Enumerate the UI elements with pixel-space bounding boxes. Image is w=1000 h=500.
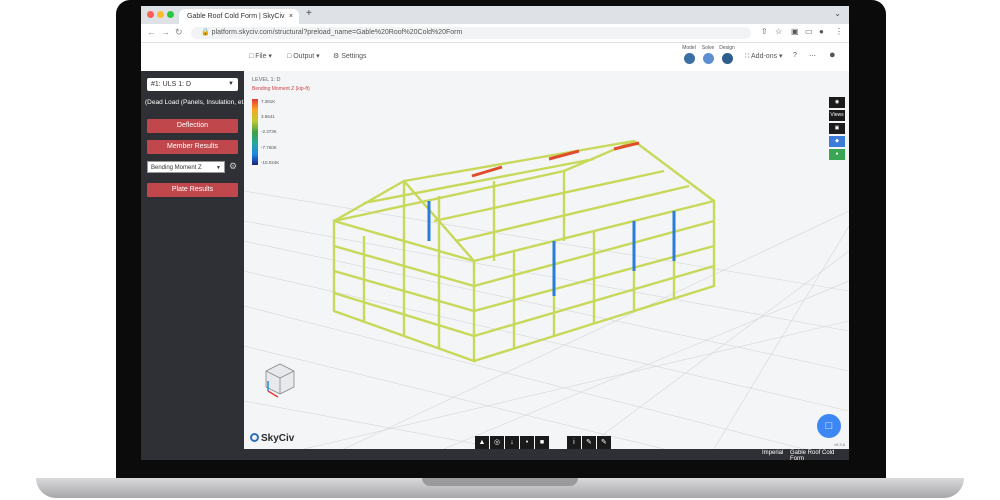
skyciv-logo: SkyCiv bbox=[250, 433, 294, 444]
model-icon bbox=[683, 53, 695, 64]
laptop-notch bbox=[422, 478, 578, 486]
legend-level-label: LEVEL 1: D bbox=[252, 77, 281, 83]
minimize-window-icon[interactable] bbox=[157, 11, 164, 18]
app-toolbar: □ File ▾ □ Output ▾ ⚙ Settings Model Sol… bbox=[141, 43, 849, 72]
more-menu-icon[interactable]: ⋮ bbox=[835, 27, 843, 36]
chat-icon[interactable]: □ bbox=[817, 414, 841, 438]
back-icon[interactable]: ← bbox=[147, 27, 156, 37]
legend-title: Bending Moment Z (kip-ft) bbox=[252, 86, 310, 92]
chevron-down-icon: ▼ bbox=[228, 81, 234, 87]
pin-icon[interactable]: • bbox=[520, 436, 534, 449]
design-tool[interactable]: Design bbox=[716, 45, 738, 64]
legend-value: 7.381K bbox=[261, 99, 276, 104]
sidebar-icon[interactable]: ▭ bbox=[805, 27, 813, 36]
solve-icon bbox=[702, 53, 714, 64]
target-icon[interactable]: ◎ bbox=[490, 436, 504, 449]
project-name: Gable Roof Cold Form bbox=[790, 450, 835, 460]
lock-icon[interactable]: ■ bbox=[535, 436, 549, 449]
visibility-eye-icon[interactable]: ◉ bbox=[829, 97, 845, 108]
add-ons-menu[interactable]: ∷ Add-ons ▾ bbox=[745, 52, 783, 60]
legend-value: -7.760K bbox=[261, 145, 277, 150]
legend-value: 3.5641 bbox=[261, 114, 275, 119]
file-menu[interactable]: □ File ▾ bbox=[249, 52, 272, 60]
units-indicator[interactable]: Imperial bbox=[762, 450, 783, 456]
tab-search-icon[interactable]: ⌄ bbox=[834, 9, 841, 18]
design-icon bbox=[721, 53, 733, 64]
legend-color-scale bbox=[252, 99, 258, 165]
legend-value: -10.024K bbox=[261, 160, 280, 165]
load-case-description: (Dead Load (Panels, Insulation, et... bbox=[145, 99, 249, 106]
structure-icon[interactable]: ▲ bbox=[475, 436, 489, 449]
status-bar: Imperial Gable Roof Cold Form bbox=[244, 449, 849, 460]
download-icon[interactable]: ↓ bbox=[505, 436, 519, 449]
url-text: platform.skyciv.com/structural?preload_n… bbox=[211, 29, 463, 36]
result-type-select[interactable]: Bending Moment Z ▼ bbox=[147, 161, 225, 173]
forward-icon[interactable]: → bbox=[161, 27, 170, 37]
skyciv-logo-icon bbox=[250, 433, 259, 442]
info-icon[interactable]: i bbox=[566, 436, 581, 449]
settings-menu[interactable]: ⚙ Settings bbox=[333, 52, 367, 60]
legend-value: -2.373K bbox=[261, 129, 277, 134]
version-label: v5.3.6 bbox=[834, 442, 845, 447]
render-cube-icon[interactable]: ◆ bbox=[829, 136, 845, 147]
screen: Gable Roof Cold Form | SkyCiv × + ⌄ ← → … bbox=[141, 6, 849, 460]
side-toolbar: ◉ Views ▣ ◆ ● bbox=[829, 97, 847, 162]
browser-address-bar: ← → ↻ 🔒 platform.skyciv.com/structural?p… bbox=[141, 24, 849, 43]
structure-model bbox=[244, 139, 849, 449]
chevron-down-icon: ▼ bbox=[216, 165, 221, 171]
tab-title: Gable Roof Cold Form | SkyCiv bbox=[187, 13, 285, 20]
tab-close-icon[interactable]: × bbox=[289, 9, 293, 24]
profile-avatar-icon[interactable]: ● bbox=[819, 27, 824, 36]
maximize-window-icon[interactable] bbox=[167, 11, 174, 18]
plate-results-button[interactable]: Plate Results bbox=[147, 183, 238, 197]
3d-viewport[interactable]: LEVEL 1: D Bending Moment Z (kip-ft) 7.3… bbox=[244, 71, 849, 449]
browser-tab[interactable]: Gable Roof Cold Form | SkyCiv × bbox=[179, 9, 299, 24]
highlighted-rafters bbox=[471, 141, 640, 178]
deflection-button[interactable]: Deflection bbox=[147, 119, 238, 133]
apps-grid-icon[interactable]: ⋯ bbox=[809, 52, 816, 60]
orientation-cube[interactable] bbox=[265, 363, 295, 398]
new-tab-button[interactable]: + bbox=[306, 8, 312, 19]
eraser-icon[interactable]: ✎ bbox=[596, 436, 611, 449]
pencil-icon[interactable]: ✎ bbox=[581, 436, 596, 449]
lock-icon: 🔒 bbox=[201, 29, 210, 36]
views-button[interactable]: Views bbox=[829, 110, 845, 121]
browser-tab-bar: Gable Roof Cold Form | SkyCiv × + ⌄ bbox=[141, 6, 849, 24]
url-input[interactable]: 🔒 platform.skyciv.com/structural?preload… bbox=[191, 27, 751, 39]
leaf-icon[interactable]: ● bbox=[829, 149, 845, 160]
results-panel: #1: ULS 1: D ▼ (Dead Load (Panels, Insul… bbox=[141, 71, 249, 460]
share-icon[interactable]: ⇧ bbox=[761, 27, 768, 36]
load-case-select[interactable]: #1: ULS 1: D ▼ bbox=[147, 78, 238, 91]
steel-frame bbox=[332, 139, 716, 363]
camera-icon[interactable]: ▣ bbox=[829, 123, 845, 134]
member-results-button[interactable]: Member Results bbox=[147, 140, 238, 154]
output-menu[interactable]: □ Output ▾ bbox=[287, 52, 320, 60]
bookmark-star-icon[interactable]: ☆ bbox=[775, 27, 782, 36]
bottom-toolbar: ▲ ◎ ↓ • ■ i ✎ ✎ bbox=[475, 431, 612, 449]
close-window-icon[interactable] bbox=[147, 11, 154, 18]
user-avatar[interactable]: ● bbox=[829, 49, 836, 61]
help-button[interactable]: ? bbox=[793, 52, 797, 59]
result-settings-gear-icon[interactable]: ⚙ bbox=[229, 161, 237, 172]
reload-icon[interactable]: ↻ bbox=[175, 27, 183, 38]
extensions-icon[interactable]: ▣ bbox=[791, 27, 799, 36]
